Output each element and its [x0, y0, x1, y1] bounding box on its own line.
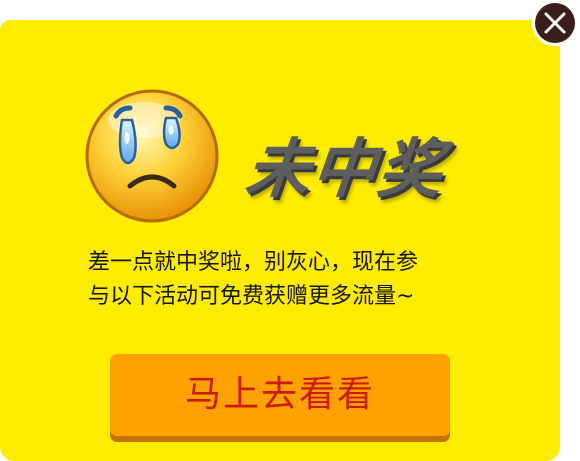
result-popup: 未中奖 差一点就中奖啦，别灰心，现在参 与以下活动可免费获赠更多流量~ 马上去看…	[0, 20, 560, 461]
close-button[interactable]	[532, 0, 578, 46]
result-title: 未中奖	[242, 133, 448, 207]
close-icon	[535, 3, 575, 43]
message-line: 差一点就中奖啦，别灰心，现在参	[88, 250, 419, 275]
crying-face-icon	[82, 86, 222, 226]
go-see-button[interactable]: 马上去看看	[110, 354, 450, 436]
message-line: 与以下活动可免费获赠更多流量~	[88, 284, 415, 309]
page: 未中奖 差一点就中奖啦，别灰心，现在参 与以下活动可免费获赠更多流量~ 马上去看…	[0, 0, 580, 461]
result-message: 差一点就中奖啦，别灰心，现在参 与以下活动可免费获赠更多流量~	[88, 246, 508, 314]
